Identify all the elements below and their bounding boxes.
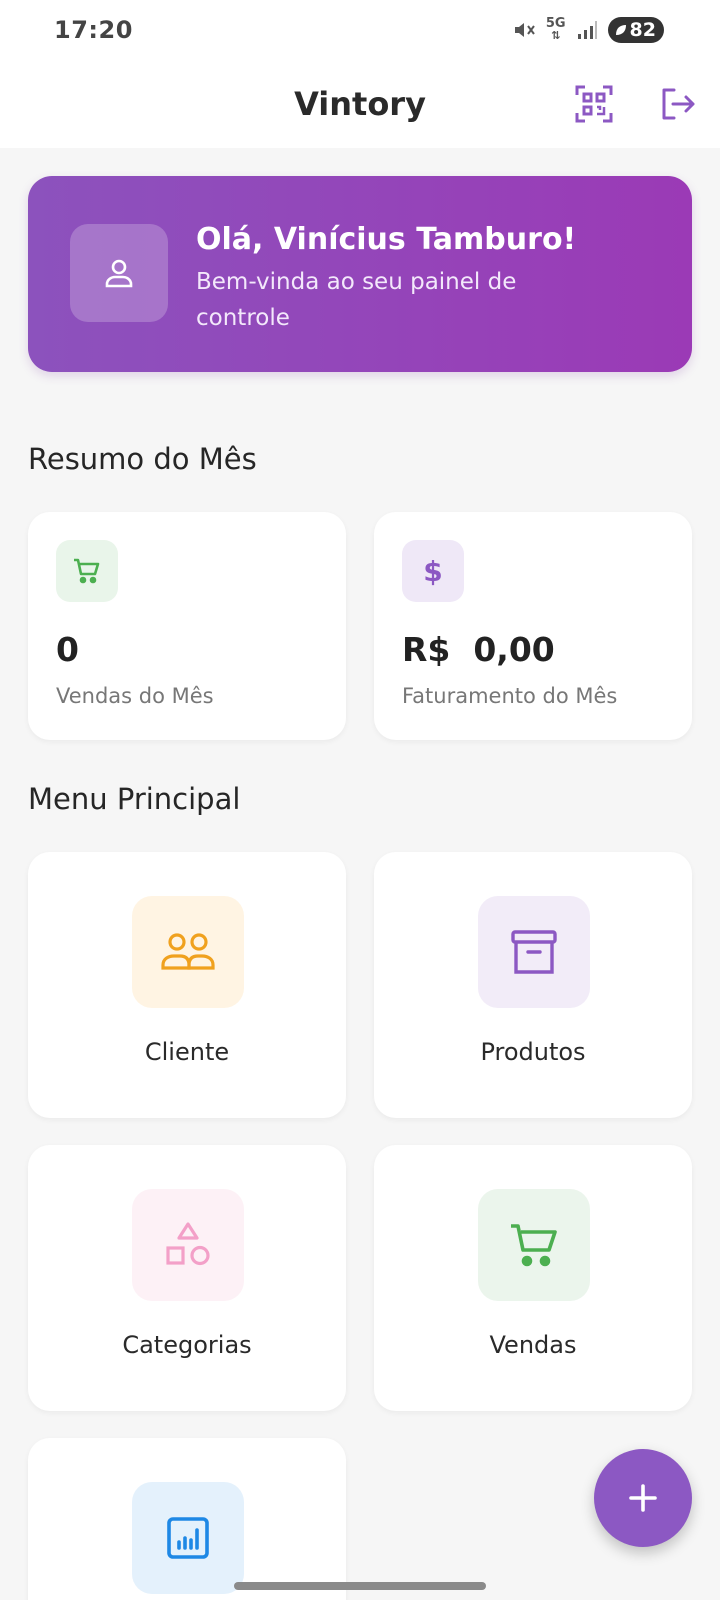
signal-icon <box>576 19 598 41</box>
network-5g-icon: 5G ⇅ <box>545 16 566 42</box>
qr-code-scan-icon <box>575 85 613 123</box>
archive-box-icon <box>511 930 557 974</box>
chart-icon <box>167 1517 209 1559</box>
menu-icon-box <box>132 1189 244 1301</box>
menu-item-produtos[interactable]: Produtos <box>374 852 692 1118</box>
status-icons: 5G ⇅ 82 <box>512 17 664 43</box>
people-icon <box>161 933 215 970</box>
battery-indicator: 82 <box>607 17 664 43</box>
shapes-icon <box>166 1222 210 1266</box>
status-time: 17:20 <box>54 16 133 44</box>
sales-count: 0 <box>56 630 79 669</box>
revenue-summary-card: $ R$ 0,00 Faturamento do Mês <box>374 512 692 740</box>
menu-item-cliente[interactable]: Cliente <box>28 852 346 1118</box>
menu-label: Produtos <box>480 1038 586 1066</box>
menu-item-categorias[interactable]: Categorias <box>28 1145 346 1411</box>
menu-item-relatorios[interactable] <box>28 1438 346 1600</box>
greeting-subtitle: Bem-vinda ao seu painel de controle <box>196 269 517 331</box>
menu-item-vendas[interactable]: Vendas <box>374 1145 692 1411</box>
status-bar: 17:20 5G ⇅ 82 <box>0 0 720 60</box>
app-bar: Vintory <box>0 60 720 148</box>
qr-scan-button[interactable] <box>568 78 620 130</box>
logout-button[interactable] <box>652 78 704 130</box>
logout-icon <box>662 88 695 120</box>
battery-level: 82 <box>629 19 656 41</box>
plus-icon <box>629 1484 657 1512</box>
menu-label: Cliente <box>144 1038 230 1066</box>
greeting-title: Olá, Vinícius Tamburo! <box>196 222 577 257</box>
menu-section-title: Menu Principal <box>28 782 241 816</box>
dollar-icon: $ <box>423 554 443 588</box>
revenue-value: R$ 0,00 <box>402 630 555 669</box>
sales-summary-card: 0 Vendas do Mês <box>28 512 346 740</box>
stat-icon-box <box>56 540 118 602</box>
add-fab-button[interactable] <box>594 1449 692 1547</box>
summary-section-title: Resumo do Mês <box>28 442 257 476</box>
cart-icon <box>511 1224 557 1267</box>
menu-label: Categorias <box>122 1331 252 1359</box>
home-indicator[interactable] <box>234 1582 486 1590</box>
app-title: Vintory <box>294 85 426 123</box>
leaf-icon <box>615 25 626 35</box>
menu-icon-box <box>132 896 244 1008</box>
sales-label: Vendas do Mês <box>56 684 214 708</box>
menu-label: Vendas <box>489 1331 577 1359</box>
avatar <box>70 224 168 322</box>
menu-icon-box <box>132 1482 244 1594</box>
cart-icon <box>74 558 100 584</box>
menu-icon-box <box>478 896 590 1008</box>
revenue-label: Faturamento do Mês <box>402 684 618 708</box>
user-icon <box>105 259 133 288</box>
menu-icon-box <box>478 1189 590 1301</box>
welcome-banner: Olá, Vinícius Tamburo! Bem-vinda ao seu … <box>28 176 692 372</box>
mute-icon <box>512 18 536 42</box>
stat-icon-box: $ <box>402 540 464 602</box>
